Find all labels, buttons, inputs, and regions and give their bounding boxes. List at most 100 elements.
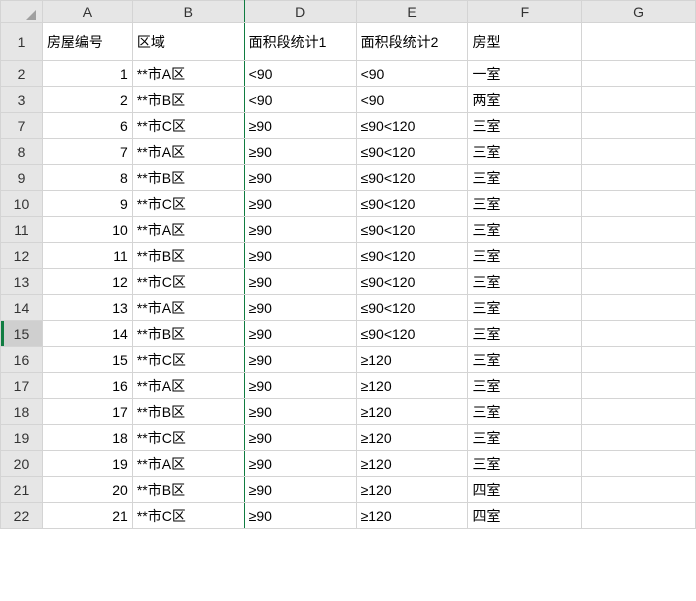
cell[interactable]: ≥90	[244, 165, 356, 191]
row-header[interactable]: 20	[1, 451, 43, 477]
cell[interactable]: ≥90	[244, 191, 356, 217]
row-header[interactable]: 9	[1, 165, 43, 191]
row-header[interactable]: 22	[1, 503, 43, 529]
row-header[interactable]: 21	[1, 477, 43, 503]
cell[interactable]	[582, 425, 696, 451]
row-header[interactable]: 8	[1, 139, 43, 165]
cell[interactable]: ≥120	[356, 503, 468, 529]
cell[interactable]: 面积段统计1	[244, 23, 356, 61]
cell[interactable]: 18	[42, 425, 132, 451]
cell[interactable]: ≥120	[356, 347, 468, 373]
row-header[interactable]: 10	[1, 191, 43, 217]
cell[interactable]: 三室	[468, 217, 582, 243]
cell[interactable]: 10	[42, 217, 132, 243]
cell[interactable]: <90	[244, 61, 356, 87]
cell[interactable]: **市B区	[132, 87, 244, 113]
row-header[interactable]: 7	[1, 113, 43, 139]
cell[interactable]: 11	[42, 243, 132, 269]
cell[interactable]: **市A区	[132, 217, 244, 243]
cell[interactable]: 面积段统计2	[356, 23, 468, 61]
cell[interactable]: 7	[42, 139, 132, 165]
cell[interactable]: **市B区	[132, 165, 244, 191]
cell[interactable]: 2	[42, 87, 132, 113]
cell[interactable]: ≥90	[244, 451, 356, 477]
cell[interactable]: ≤90<120	[356, 295, 468, 321]
cell[interactable]: ≥120	[356, 373, 468, 399]
row-header[interactable]: 3	[1, 87, 43, 113]
col-header-B[interactable]: B	[132, 1, 244, 23]
cell[interactable]: 9	[42, 191, 132, 217]
cell[interactable]: 三室	[468, 165, 582, 191]
cell[interactable]	[582, 23, 696, 61]
cell[interactable]: 13	[42, 295, 132, 321]
row-header[interactable]: 19	[1, 425, 43, 451]
cell[interactable]	[582, 87, 696, 113]
cell[interactable]: 6	[42, 113, 132, 139]
cell[interactable]	[582, 295, 696, 321]
cell[interactable]	[582, 373, 696, 399]
cell[interactable]: 1	[42, 61, 132, 87]
cell[interactable]	[582, 165, 696, 191]
cell[interactable]: ≥90	[244, 243, 356, 269]
cell[interactable]: ≥90	[244, 425, 356, 451]
cell[interactable]: ≤90<120	[356, 191, 468, 217]
cell[interactable]: 三室	[468, 269, 582, 295]
cell[interactable]: ≥120	[356, 451, 468, 477]
cell[interactable]: 三室	[468, 399, 582, 425]
cell[interactable]: ≥120	[356, 425, 468, 451]
cell[interactable]: 一室	[468, 61, 582, 87]
cell[interactable]: **市B区	[132, 399, 244, 425]
cell[interactable]: 区域	[132, 23, 244, 61]
cell[interactable]: ≤90<120	[356, 321, 468, 347]
col-header-D[interactable]: D	[244, 1, 356, 23]
cell[interactable]: ≥90	[244, 321, 356, 347]
cell[interactable]: 四室	[468, 503, 582, 529]
cell[interactable]	[582, 399, 696, 425]
cell[interactable]: <90	[356, 87, 468, 113]
cell[interactable]: <90	[356, 61, 468, 87]
row-header[interactable]: 17	[1, 373, 43, 399]
cell[interactable]: 三室	[468, 425, 582, 451]
col-header-E[interactable]: E	[356, 1, 468, 23]
cell[interactable]: 三室	[468, 321, 582, 347]
cell[interactable]: **市A区	[132, 373, 244, 399]
col-header-G[interactable]: G	[582, 1, 696, 23]
cell[interactable]	[582, 217, 696, 243]
row-header[interactable]: 2	[1, 61, 43, 87]
cell[interactable]	[582, 321, 696, 347]
cell[interactable]: ≤90<120	[356, 165, 468, 191]
cell[interactable]: ≥90	[244, 217, 356, 243]
cell[interactable]	[582, 243, 696, 269]
cell[interactable]: 三室	[468, 243, 582, 269]
select-all-corner[interactable]	[1, 1, 43, 23]
row-header[interactable]: 11	[1, 217, 43, 243]
cell[interactable]: ≥90	[244, 477, 356, 503]
cell[interactable]: ≥90	[244, 347, 356, 373]
row-header[interactable]: 16	[1, 347, 43, 373]
cell[interactable]	[582, 503, 696, 529]
cell[interactable]: ≤90<120	[356, 113, 468, 139]
cell[interactable]: ≥90	[244, 295, 356, 321]
cell[interactable]: ≥90	[244, 503, 356, 529]
cell[interactable]: 三室	[468, 113, 582, 139]
cell[interactable]: 16	[42, 373, 132, 399]
cell[interactable]: ≥90	[244, 139, 356, 165]
cell[interactable]: 12	[42, 269, 132, 295]
cell[interactable]: 19	[42, 451, 132, 477]
cell[interactable]: **市B区	[132, 321, 244, 347]
cell[interactable]: **市C区	[132, 113, 244, 139]
cell[interactable]	[582, 191, 696, 217]
cell[interactable]: ≤90<120	[356, 217, 468, 243]
cell[interactable]: 三室	[468, 347, 582, 373]
cell[interactable]: ≥90	[244, 113, 356, 139]
cell[interactable]: **市C区	[132, 269, 244, 295]
cell[interactable]: **市C区	[132, 425, 244, 451]
cell[interactable]: 四室	[468, 477, 582, 503]
row-header[interactable]: 14	[1, 295, 43, 321]
cell[interactable]: ≥90	[244, 399, 356, 425]
cell[interactable]: 20	[42, 477, 132, 503]
cell[interactable]: 15	[42, 347, 132, 373]
cell[interactable]: **市A区	[132, 61, 244, 87]
cell[interactable]: ≤90<120	[356, 139, 468, 165]
cell[interactable]: **市A区	[132, 139, 244, 165]
